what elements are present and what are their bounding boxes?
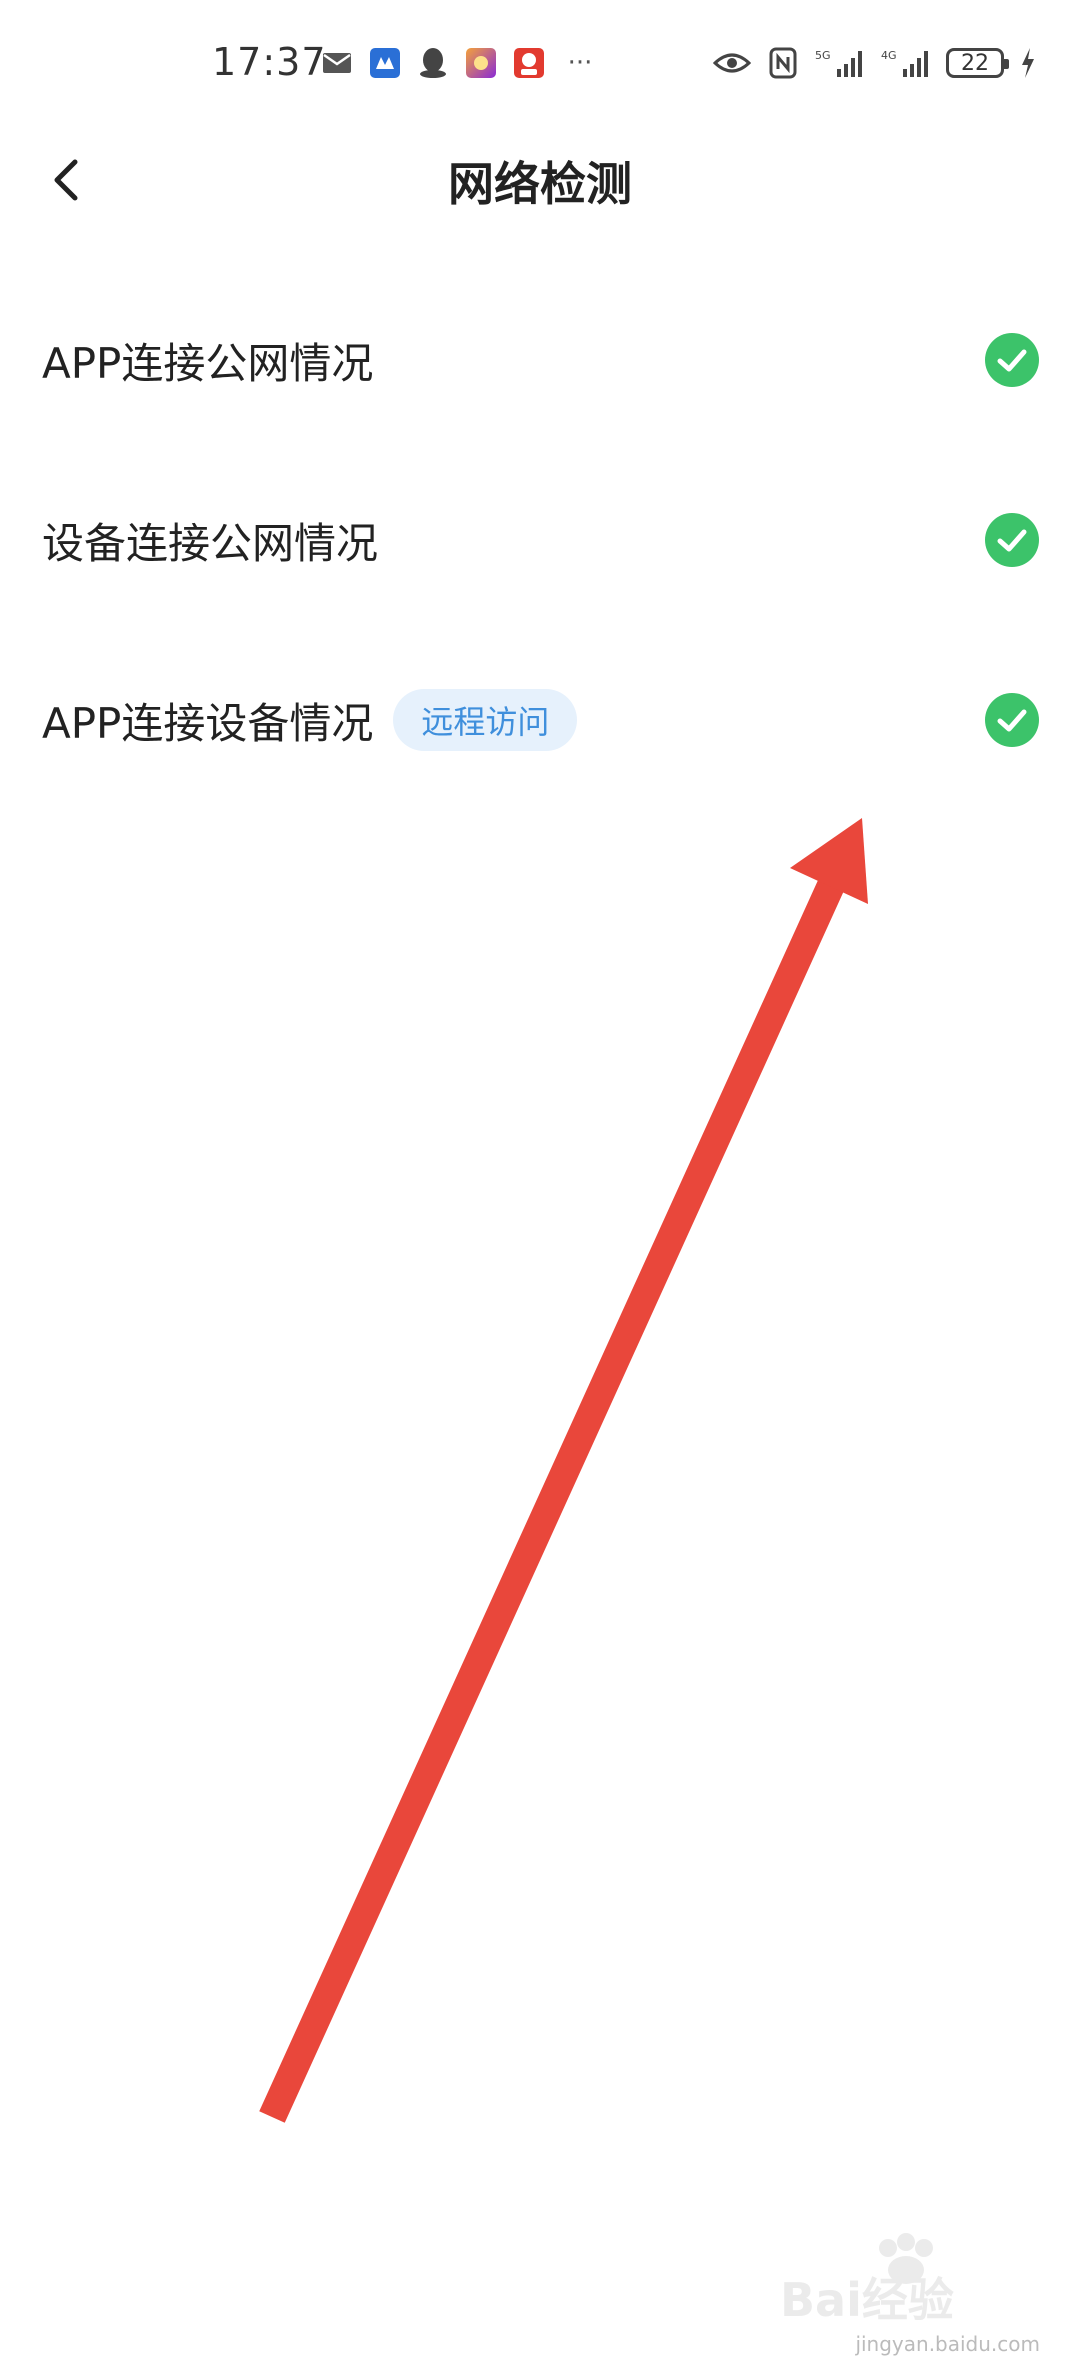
screen: 17:37 ··· 5G 4G 22 网络检测 APP连接公网情况 设备连接公网… — [0, 0, 1080, 2376]
check-success-icon — [985, 513, 1039, 567]
check-row-app-device: APP连接设备情况 远程访问 — [0, 630, 1080, 810]
notification-icons: ··· — [320, 46, 600, 80]
check-label: 设备连接公网情况 — [42, 518, 379, 568]
battery-icon: 22 — [946, 48, 1009, 78]
system-icons: 5G 4G 22 — [712, 46, 1038, 80]
signal-5g-icon: 5G — [814, 46, 866, 80]
game-icon — [464, 46, 498, 80]
check-label: APP连接设备情况 — [42, 698, 374, 748]
more-notifications-indicator: ··· — [567, 48, 593, 78]
check-label: APP连接公网情况 — [42, 338, 374, 388]
watermark-text: Bai经验 — [780, 2273, 954, 2327]
check-row-app-public-network: APP连接公网情况 — [0, 270, 1080, 450]
eye-icon — [712, 46, 752, 80]
qq-icon — [416, 46, 450, 80]
svg-text:4G: 4G — [881, 49, 897, 62]
status-time: 17:37 — [212, 40, 327, 84]
watermark-url: jingyan.baidu.com — [855, 2332, 1040, 2356]
network-check-list: APP连接公网情况 设备连接公网情况 APP连接设备情况 远程访问 — [0, 270, 1080, 810]
check-success-icon — [985, 333, 1039, 387]
mail-icon — [320, 46, 354, 80]
svg-text:5G: 5G — [815, 49, 831, 62]
app-header: 网络检测 — [0, 130, 1080, 230]
app-notification-icon — [368, 46, 402, 80]
nfc-icon — [766, 46, 800, 80]
shopping-618-icon — [512, 46, 546, 80]
status-bar: 17:37 ··· 5G 4G 22 — [0, 0, 1080, 130]
charging-icon — [1018, 46, 1038, 80]
check-row-device-public-network: 设备连接公网情况 — [0, 450, 1080, 630]
remote-access-tag: 远程访问 — [393, 689, 578, 751]
check-success-icon — [985, 693, 1039, 747]
baidu-paw-watermark-icon: Bai经验 — [780, 2233, 954, 2327]
page-title: 网络检测 — [448, 157, 632, 211]
signal-4g-icon: 4G — [880, 46, 932, 80]
